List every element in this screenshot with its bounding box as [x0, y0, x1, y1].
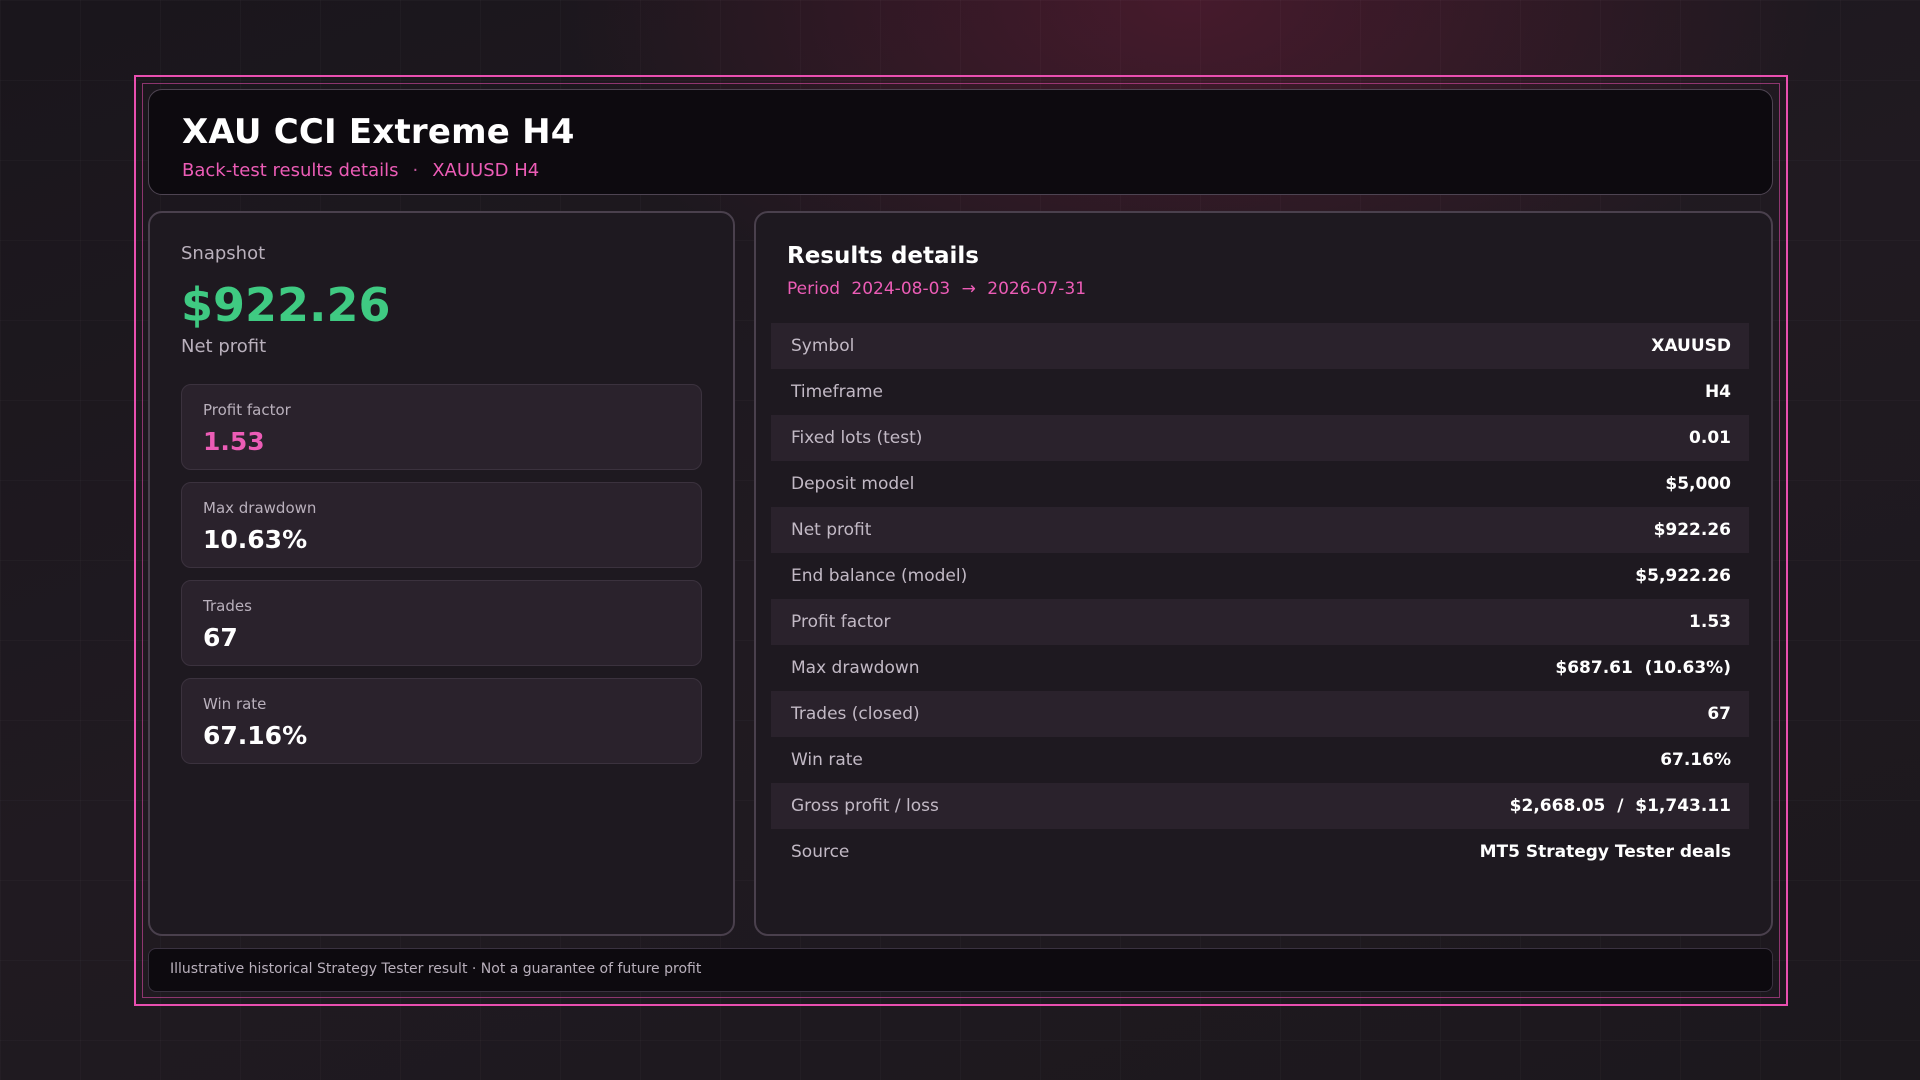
header-panel: XAU CCI Extreme H4 Back-test results det… [148, 89, 1773, 195]
page-title: XAU CCI Extreme H4 [182, 112, 575, 152]
stat-label: Win rate [203, 695, 267, 713]
stat-win-rate: Win rate 67.16% [181, 678, 702, 764]
row-label: Timeframe [791, 382, 884, 402]
table-row: End balance (model) $5,922.26 [771, 553, 1749, 599]
table-row: Net profit $922.26 [771, 507, 1749, 553]
row-label: Max drawdown [791, 658, 920, 678]
row-value: 0.01 [1689, 428, 1731, 448]
row-value: 67 [1707, 704, 1731, 724]
subtitle-separator: · [412, 160, 419, 181]
stat-label: Profit factor [203, 401, 291, 419]
row-value: H4 [1704, 382, 1731, 402]
subtitle-right: XAUUSD H4 [432, 160, 540, 181]
row-label: Gross profit / loss [791, 796, 939, 816]
table-row: Win rate 67.16% [771, 737, 1749, 783]
row-label: Net profit [791, 520, 872, 540]
row-label: Profit factor [791, 612, 891, 632]
stat-value: 67 [203, 623, 238, 652]
row-label: End balance (model) [791, 566, 968, 586]
table-row: Gross profit / loss $2,668.05 / $1,743.11 [771, 783, 1749, 829]
results-title: Results details [787, 243, 979, 269]
row-label: Win rate [791, 750, 863, 770]
page-subtitle: Back-test results details · XAUUSD H4 [182, 160, 1739, 181]
row-value: $5,922.26 [1635, 566, 1731, 586]
row-value: 67.16% [1660, 750, 1731, 770]
table-row: Fixed lots (test) 0.01 [771, 415, 1749, 461]
table-row: Symbol XAUUSD [771, 323, 1749, 369]
stat-max-drawdown: Max drawdown 10.63% [181, 482, 702, 568]
row-value: MT5 Strategy Tester deals [1479, 842, 1731, 862]
table-row: Max drawdown $687.61 (10.63%) [771, 645, 1749, 691]
stat-value: 1.53 [203, 427, 265, 456]
row-value: $922.26 [1653, 520, 1731, 540]
row-label: Deposit model [791, 474, 915, 494]
net-profit-label: Net profit [181, 336, 267, 357]
stat-trades: Trades 67 [181, 580, 702, 666]
results-period: Period 2024-08-03 → 2026-07-31 [787, 279, 1746, 299]
row-value: $687.61 (10.63%) [1555, 658, 1731, 678]
table-row: Source MT5 Strategy Tester deals [771, 829, 1749, 875]
table-row: Trades (closed) 67 [771, 691, 1749, 737]
period-arrow: → [961, 279, 976, 299]
net-profit-value: $922.26 [181, 278, 391, 332]
period-end: 2026-07-31 [987, 279, 1087, 299]
stat-profit-factor: Profit factor 1.53 [181, 384, 702, 470]
row-value: XAUUSD [1651, 336, 1731, 356]
row-value: $5,000 [1665, 474, 1731, 494]
stat-value: 10.63% [203, 525, 308, 554]
row-label: Source [791, 842, 850, 862]
snapshot-card: Snapshot $922.26 Net profit Profit facto… [148, 211, 735, 936]
period-start: 2024-08-03 [851, 279, 951, 299]
stat-label: Trades [203, 597, 252, 615]
row-label: Trades (closed) [791, 704, 920, 724]
row-value: 1.53 [1689, 612, 1731, 632]
results-table: Symbol XAUUSD Timeframe H4 Fixed lots (tes… [771, 323, 1749, 875]
results-card: Results details Period 2024-08-03 → 2026… [754, 211, 1773, 936]
stat-label: Max drawdown [203, 499, 317, 517]
table-row: Profit factor 1.53 [771, 599, 1749, 645]
stat-value: 67.16% [203, 721, 308, 750]
row-label: Fixed lots (test) [791, 428, 923, 448]
subtitle-left: Back-test results details [182, 160, 399, 181]
period-label: Period [787, 279, 841, 299]
table-row: Deposit model $5,000 [771, 461, 1749, 507]
row-label: Symbol [791, 336, 855, 356]
disclaimer-footer: Illustrative historical Strategy Tester … [148, 948, 1773, 992]
table-row: Timeframe H4 [771, 369, 1749, 415]
row-value: $2,668.05 / $1,743.11 [1509, 796, 1731, 816]
snapshot-label: Snapshot [181, 243, 266, 264]
